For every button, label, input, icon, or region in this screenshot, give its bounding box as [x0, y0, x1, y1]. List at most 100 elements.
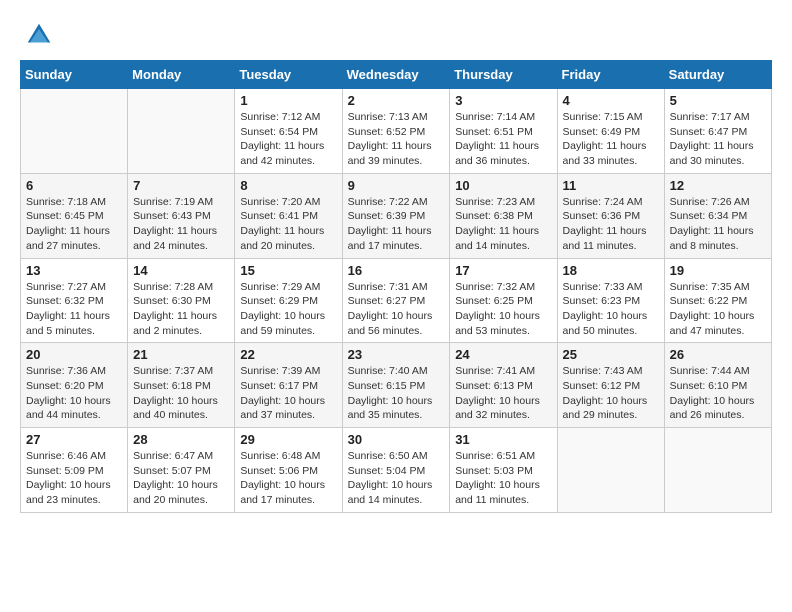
- weekday-header-wednesday: Wednesday: [342, 61, 450, 89]
- day-number: 28: [133, 432, 229, 447]
- day-number: 7: [133, 178, 229, 193]
- calendar-cell: 27 Sunrise: 6:46 AMSunset: 5:09 PMDaylig…: [21, 428, 128, 513]
- day-detail: Sunrise: 7:33 AMSunset: 6:23 PMDaylight:…: [563, 280, 659, 339]
- day-number: 26: [670, 347, 766, 362]
- day-detail: Sunrise: 7:24 AMSunset: 6:36 PMDaylight:…: [563, 195, 659, 254]
- calendar-cell: 2 Sunrise: 7:13 AMSunset: 6:52 PMDayligh…: [342, 89, 450, 174]
- weekday-header-monday: Monday: [128, 61, 235, 89]
- day-number: 15: [240, 263, 336, 278]
- day-detail: Sunrise: 7:13 AMSunset: 6:52 PMDaylight:…: [348, 110, 445, 169]
- day-number: 1: [240, 93, 336, 108]
- calendar-cell: 28 Sunrise: 6:47 AMSunset: 5:07 PMDaylig…: [128, 428, 235, 513]
- calendar-cell: 3 Sunrise: 7:14 AMSunset: 6:51 PMDayligh…: [450, 89, 557, 174]
- day-detail: Sunrise: 6:50 AMSunset: 5:04 PMDaylight:…: [348, 449, 445, 508]
- day-number: 31: [455, 432, 551, 447]
- day-detail: Sunrise: 6:47 AMSunset: 5:07 PMDaylight:…: [133, 449, 229, 508]
- calendar-cell: 23 Sunrise: 7:40 AMSunset: 6:15 PMDaylig…: [342, 343, 450, 428]
- calendar-cell: 13 Sunrise: 7:27 AMSunset: 6:32 PMDaylig…: [21, 258, 128, 343]
- calendar-cell: 31 Sunrise: 6:51 AMSunset: 5:03 PMDaylig…: [450, 428, 557, 513]
- calendar-cell: 18 Sunrise: 7:33 AMSunset: 6:23 PMDaylig…: [557, 258, 664, 343]
- day-number: 14: [133, 263, 229, 278]
- day-detail: Sunrise: 6:48 AMSunset: 5:06 PMDaylight:…: [240, 449, 336, 508]
- calendar-cell: 30 Sunrise: 6:50 AMSunset: 5:04 PMDaylig…: [342, 428, 450, 513]
- day-detail: Sunrise: 7:23 AMSunset: 6:38 PMDaylight:…: [455, 195, 551, 254]
- calendar-table: SundayMondayTuesdayWednesdayThursdayFrid…: [20, 60, 772, 513]
- day-detail: Sunrise: 7:17 AMSunset: 6:47 PMDaylight:…: [670, 110, 766, 169]
- weekday-header-saturday: Saturday: [664, 61, 771, 89]
- weekday-header-thursday: Thursday: [450, 61, 557, 89]
- day-detail: Sunrise: 7:19 AMSunset: 6:43 PMDaylight:…: [133, 195, 229, 254]
- day-detail: Sunrise: 7:28 AMSunset: 6:30 PMDaylight:…: [133, 280, 229, 339]
- day-detail: Sunrise: 6:51 AMSunset: 5:03 PMDaylight:…: [455, 449, 551, 508]
- day-detail: Sunrise: 7:22 AMSunset: 6:39 PMDaylight:…: [348, 195, 445, 254]
- calendar-cell: [128, 89, 235, 174]
- calendar-cell: 15 Sunrise: 7:29 AMSunset: 6:29 PMDaylig…: [235, 258, 342, 343]
- day-detail: Sunrise: 7:27 AMSunset: 6:32 PMDaylight:…: [26, 280, 122, 339]
- day-detail: Sunrise: 7:40 AMSunset: 6:15 PMDaylight:…: [348, 364, 445, 423]
- calendar-cell: [21, 89, 128, 174]
- calendar-cell: 17 Sunrise: 7:32 AMSunset: 6:25 PMDaylig…: [450, 258, 557, 343]
- day-detail: Sunrise: 7:14 AMSunset: 6:51 PMDaylight:…: [455, 110, 551, 169]
- day-detail: Sunrise: 7:31 AMSunset: 6:27 PMDaylight:…: [348, 280, 445, 339]
- day-detail: Sunrise: 7:35 AMSunset: 6:22 PMDaylight:…: [670, 280, 766, 339]
- calendar-cell: [664, 428, 771, 513]
- calendar-cell: 25 Sunrise: 7:43 AMSunset: 6:12 PMDaylig…: [557, 343, 664, 428]
- page-header: [20, 20, 772, 50]
- calendar-cell: [557, 428, 664, 513]
- day-detail: Sunrise: 7:12 AMSunset: 6:54 PMDaylight:…: [240, 110, 336, 169]
- day-detail: Sunrise: 7:37 AMSunset: 6:18 PMDaylight:…: [133, 364, 229, 423]
- calendar-cell: 9 Sunrise: 7:22 AMSunset: 6:39 PMDayligh…: [342, 173, 450, 258]
- calendar-cell: 5 Sunrise: 7:17 AMSunset: 6:47 PMDayligh…: [664, 89, 771, 174]
- day-detail: Sunrise: 7:41 AMSunset: 6:13 PMDaylight:…: [455, 364, 551, 423]
- calendar-cell: 19 Sunrise: 7:35 AMSunset: 6:22 PMDaylig…: [664, 258, 771, 343]
- day-detail: Sunrise: 7:44 AMSunset: 6:10 PMDaylight:…: [670, 364, 766, 423]
- calendar-week-row: 1 Sunrise: 7:12 AMSunset: 6:54 PMDayligh…: [21, 89, 772, 174]
- day-detail: Sunrise: 7:15 AMSunset: 6:49 PMDaylight:…: [563, 110, 659, 169]
- day-number: 27: [26, 432, 122, 447]
- logo: [20, 20, 54, 50]
- calendar-cell: 22 Sunrise: 7:39 AMSunset: 6:17 PMDaylig…: [235, 343, 342, 428]
- calendar-cell: 21 Sunrise: 7:37 AMSunset: 6:18 PMDaylig…: [128, 343, 235, 428]
- calendar-week-row: 13 Sunrise: 7:27 AMSunset: 6:32 PMDaylig…: [21, 258, 772, 343]
- calendar-week-row: 6 Sunrise: 7:18 AMSunset: 6:45 PMDayligh…: [21, 173, 772, 258]
- calendar-header-row: SundayMondayTuesdayWednesdayThursdayFrid…: [21, 61, 772, 89]
- calendar-week-row: 20 Sunrise: 7:36 AMSunset: 6:20 PMDaylig…: [21, 343, 772, 428]
- calendar-cell: 26 Sunrise: 7:44 AMSunset: 6:10 PMDaylig…: [664, 343, 771, 428]
- day-number: 2: [348, 93, 445, 108]
- calendar-cell: 6 Sunrise: 7:18 AMSunset: 6:45 PMDayligh…: [21, 173, 128, 258]
- day-detail: Sunrise: 7:39 AMSunset: 6:17 PMDaylight:…: [240, 364, 336, 423]
- day-number: 29: [240, 432, 336, 447]
- day-number: 4: [563, 93, 659, 108]
- weekday-header-friday: Friday: [557, 61, 664, 89]
- day-detail: Sunrise: 7:32 AMSunset: 6:25 PMDaylight:…: [455, 280, 551, 339]
- calendar-cell: 10 Sunrise: 7:23 AMSunset: 6:38 PMDaylig…: [450, 173, 557, 258]
- calendar-cell: 29 Sunrise: 6:48 AMSunset: 5:06 PMDaylig…: [235, 428, 342, 513]
- day-detail: Sunrise: 7:29 AMSunset: 6:29 PMDaylight:…: [240, 280, 336, 339]
- day-number: 24: [455, 347, 551, 362]
- day-number: 30: [348, 432, 445, 447]
- day-number: 3: [455, 93, 551, 108]
- day-number: 23: [348, 347, 445, 362]
- day-detail: Sunrise: 7:18 AMSunset: 6:45 PMDaylight:…: [26, 195, 122, 254]
- weekday-header-sunday: Sunday: [21, 61, 128, 89]
- weekday-header-tuesday: Tuesday: [235, 61, 342, 89]
- day-number: 17: [455, 263, 551, 278]
- day-number: 8: [240, 178, 336, 193]
- calendar-cell: 24 Sunrise: 7:41 AMSunset: 6:13 PMDaylig…: [450, 343, 557, 428]
- day-number: 19: [670, 263, 766, 278]
- day-number: 5: [670, 93, 766, 108]
- calendar-cell: 14 Sunrise: 7:28 AMSunset: 6:30 PMDaylig…: [128, 258, 235, 343]
- day-number: 11: [563, 178, 659, 193]
- calendar-cell: 20 Sunrise: 7:36 AMSunset: 6:20 PMDaylig…: [21, 343, 128, 428]
- day-detail: Sunrise: 6:46 AMSunset: 5:09 PMDaylight:…: [26, 449, 122, 508]
- calendar-cell: 16 Sunrise: 7:31 AMSunset: 6:27 PMDaylig…: [342, 258, 450, 343]
- day-number: 6: [26, 178, 122, 193]
- calendar-cell: 8 Sunrise: 7:20 AMSunset: 6:41 PMDayligh…: [235, 173, 342, 258]
- calendar-cell: 11 Sunrise: 7:24 AMSunset: 6:36 PMDaylig…: [557, 173, 664, 258]
- day-number: 13: [26, 263, 122, 278]
- day-number: 9: [348, 178, 445, 193]
- calendar-cell: 1 Sunrise: 7:12 AMSunset: 6:54 PMDayligh…: [235, 89, 342, 174]
- day-number: 22: [240, 347, 336, 362]
- calendar-cell: 12 Sunrise: 7:26 AMSunset: 6:34 PMDaylig…: [664, 173, 771, 258]
- day-detail: Sunrise: 7:43 AMSunset: 6:12 PMDaylight:…: [563, 364, 659, 423]
